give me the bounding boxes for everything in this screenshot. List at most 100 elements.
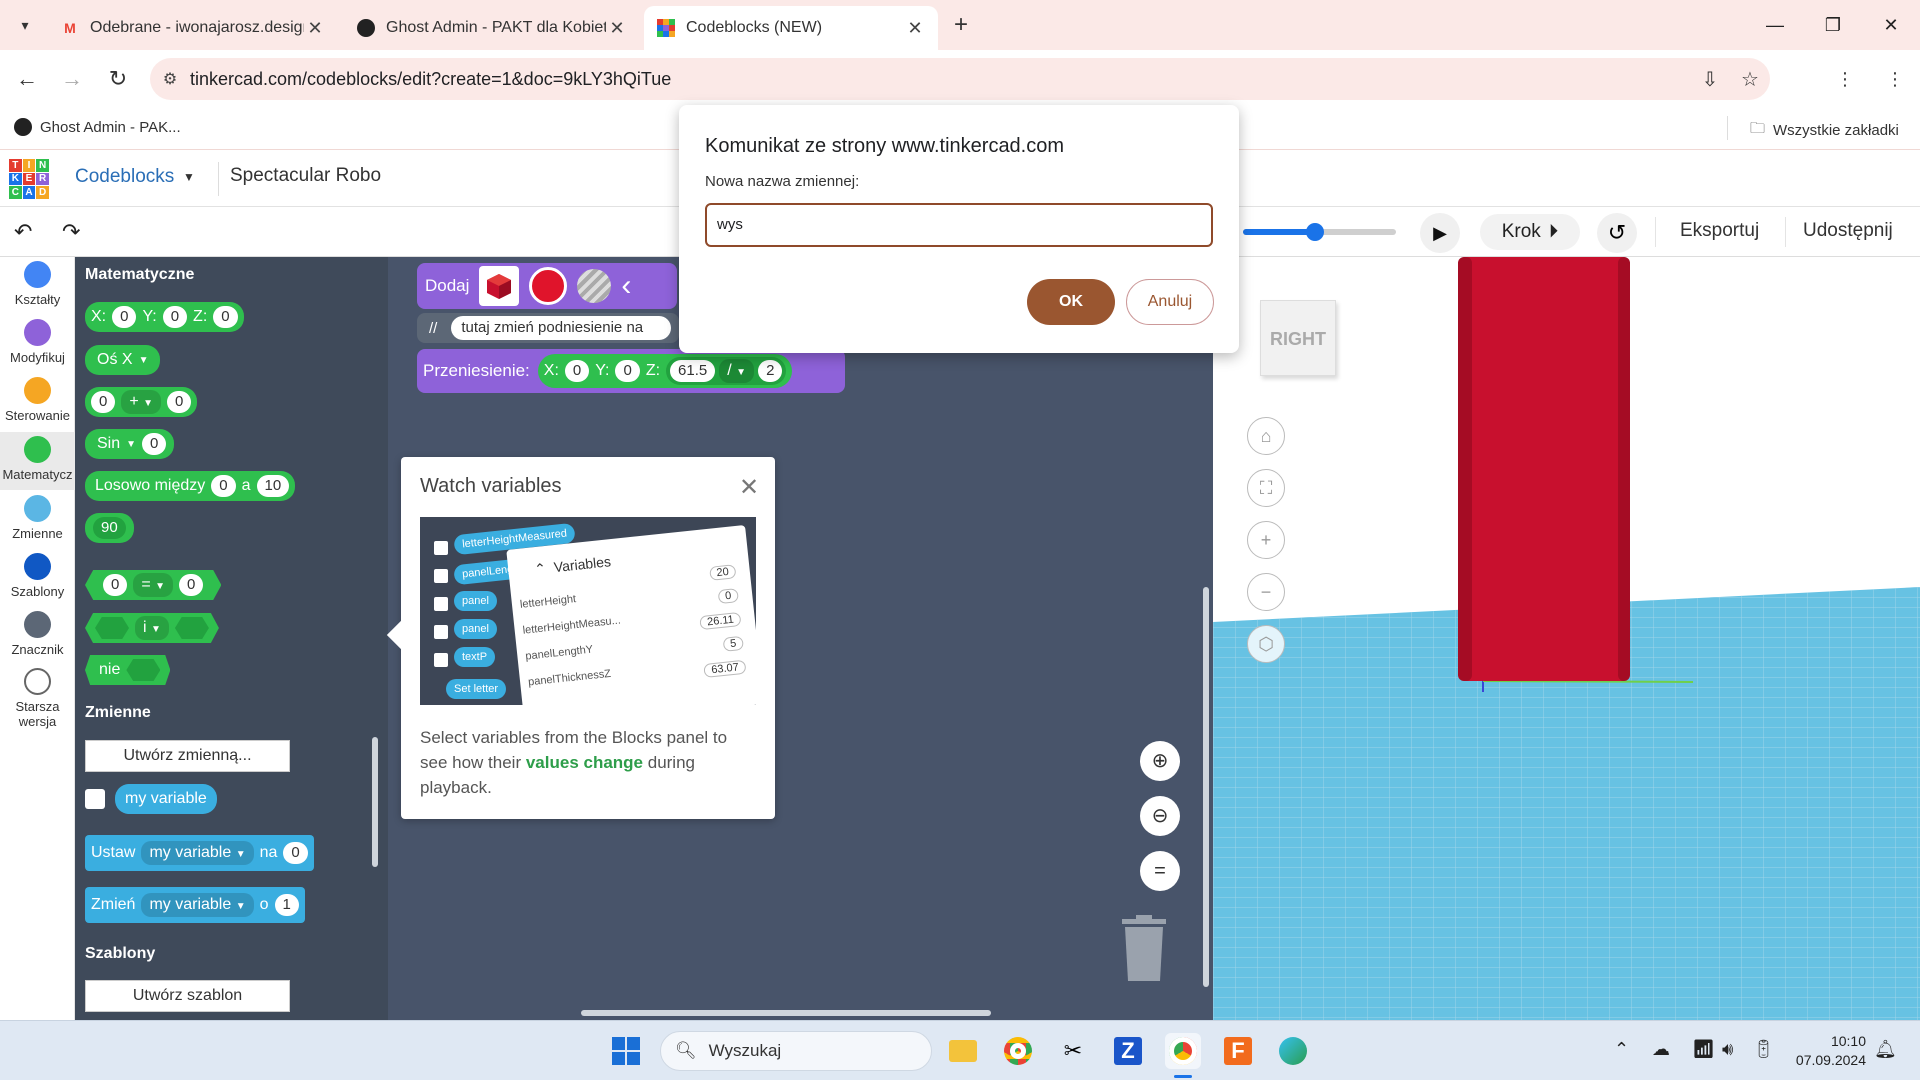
play-icon[interactable]: ▶ — [1420, 213, 1460, 253]
start-windows-icon[interactable] — [608, 1033, 644, 1069]
bookmark-star-icon[interactable]: ☆ — [1730, 67, 1770, 92]
battery-icon[interactable]: 🔋︎ — [1752, 1039, 1775, 1060]
category-variables[interactable]: Zmienne — [0, 495, 75, 551]
category-math[interactable]: Matematycz — [0, 432, 75, 490]
reload-icon[interactable]: ↻ — [103, 64, 133, 94]
empty-slot[interactable] — [95, 617, 129, 639]
xyz-input-block[interactable]: X: 0 Y: 0 Z: 61.5 / ▼ 2 — [537, 354, 793, 388]
flyout-scrollbar[interactable] — [372, 737, 378, 867]
view-cube[interactable]: RIGHT — [1260, 300, 1336, 376]
variable-dropdown[interactable]: my variable ▼ — [141, 841, 254, 865]
close-icon[interactable]: ✕ — [304, 18, 326, 39]
xyz-block[interactable]: X: 0 Y: 0 Z: 0 — [85, 302, 244, 332]
window-close-icon[interactable]: ✕ — [1871, 10, 1911, 40]
bookmark-ghost-admin[interactable]: Ghost Admin - PAK... — [14, 118, 181, 136]
zoom-in-icon[interactable]: ⊕ — [1140, 741, 1180, 781]
set-variable-block[interactable]: Ustaw my variable ▼ na 0 — [85, 835, 314, 871]
y-value[interactable]: 0 — [162, 306, 188, 328]
project-title[interactable]: Spectacular Robo — [230, 165, 381, 187]
move-block[interactable]: Przeniesienie: X: 0 Y: 0 Z: 61.5 / ▼ 2 — [417, 349, 845, 393]
restore-icon[interactable]: ❐ — [1813, 10, 1853, 40]
arithmetic-block[interactable]: 0 + ▼ 0 — [85, 387, 198, 417]
comment-block[interactable]: // tutaj zmień podniesienie na — [417, 313, 679, 343]
category-shapes[interactable]: Kształty — [0, 261, 75, 317]
snipping-tool-icon[interactable]: ✂ — [1055, 1033, 1091, 1069]
not-block[interactable]: nie — [85, 655, 171, 685]
create-template-button[interactable]: Utwórz szablon — [85, 980, 290, 1012]
workspace-horizontal-scrollbar[interactable] — [581, 1010, 991, 1016]
category-templates[interactable]: Szablony — [0, 553, 75, 609]
tab-ghost-admin[interactable]: Ghost Admin - PAKT dla Kobiet ✕ — [344, 6, 640, 50]
hole-swatch-icon[interactable] — [577, 269, 612, 303]
variable-dropdown[interactable]: my variable ▼ — [141, 893, 254, 917]
move-x-value[interactable]: 0 — [564, 360, 590, 382]
extension-icon[interactable]: ⋮ — [1830, 64, 1860, 94]
zoom-app-icon[interactable]: Z — [1110, 1033, 1146, 1069]
color-swatch-icon[interactable] — [529, 267, 568, 305]
tinkercad-logo[interactable]: T I N K E R C A D — [9, 159, 49, 199]
set-value[interactable]: 0 — [283, 842, 308, 864]
close-icon[interactable]: ✕ — [606, 18, 628, 39]
undo-icon[interactable]: ↶ — [14, 219, 32, 245]
compare-block[interactable]: 0 = ▼ 0 — [85, 570, 222, 600]
minimize-icon[interactable]: — — [1755, 10, 1795, 40]
close-icon[interactable]: ✕ — [904, 18, 926, 39]
random-from[interactable]: 0 — [211, 475, 236, 497]
and-block[interactable]: i ▼ — [85, 613, 219, 643]
operand-b[interactable]: 0 — [167, 391, 192, 413]
home-view-icon[interactable]: ⌂ — [1247, 417, 1285, 455]
forward-arrow-icon[interactable]: → — [57, 64, 87, 94]
divisor-value[interactable]: 2 — [758, 360, 783, 382]
tab-search-chevron-icon[interactable]: ▾ — [10, 10, 40, 40]
axis-block[interactable]: Oś X ▼ — [85, 345, 161, 375]
projection-cube-icon[interactable]: ⬡ — [1247, 625, 1285, 663]
compare-a[interactable]: 0 — [103, 574, 128, 596]
reset-icon[interactable]: ↺ — [1597, 213, 1637, 253]
compare-operator-dropdown[interactable]: = ▼ — [133, 573, 174, 597]
browser-menu-icon[interactable]: ⋮ — [1880, 64, 1910, 94]
zoom-reset-icon[interactable]: = — [1140, 851, 1180, 891]
logic-dropdown[interactable]: i ▼ — [135, 616, 169, 640]
empty-slot[interactable] — [126, 659, 161, 681]
cube-shape-icon[interactable] — [479, 266, 520, 306]
install-app-icon[interactable]: ⇩ — [1690, 67, 1730, 92]
3d-viewport[interactable]: RIGHT ⌂ ⛶ + − ⬡ — [1213, 257, 1920, 1020]
operator-dropdown[interactable]: + ▼ — [121, 390, 162, 414]
chrome-profile-icon[interactable] — [1165, 1033, 1201, 1069]
x-value[interactable]: 0 — [112, 306, 137, 328]
zoom-in-icon[interactable]: + — [1247, 521, 1285, 559]
sin-block[interactable]: Sin ▼ 0 — [85, 429, 175, 459]
category-control[interactable]: Sterowanie — [0, 377, 75, 433]
taskbar-search[interactable]: 🔍︎ Wyszukaj — [660, 1031, 932, 1071]
taskbar-clock[interactable]: 10:10 07.09.2024 — [1786, 1032, 1866, 1070]
watch-variable-checkbox[interactable] — [85, 789, 105, 809]
operand-a[interactable]: 0 — [91, 391, 116, 413]
collapse-chevron-icon[interactable]: ‹ — [621, 271, 631, 301]
edge-icon[interactable] — [1275, 1033, 1311, 1069]
notification-bell-icon[interactable]: 🔔︎ — [1874, 1039, 1897, 1060]
chevron-down-icon[interactable]: ▼ — [183, 170, 195, 184]
change-value[interactable]: 1 — [274, 894, 299, 916]
sin-value[interactable]: 0 — [142, 433, 167, 455]
tab-gmail[interactable]: M Odebrane - iwonajarosz.design ✕ — [48, 6, 338, 50]
tab-codeblocks[interactable]: Codeblocks (NEW) ✕ — [644, 6, 938, 50]
redo-icon[interactable]: ↷ — [62, 219, 80, 245]
trash-icon[interactable] — [1120, 915, 1168, 983]
create-variable-button[interactable]: Utwórz zmienną... — [85, 740, 290, 772]
step-button[interactable]: Krok ⏵ — [1480, 214, 1580, 250]
random-block[interactable]: Losowo między 0 a 10 — [85, 471, 296, 501]
cancel-button[interactable]: Anuluj — [1126, 279, 1214, 325]
new-tab-plus-icon[interactable]: + — [948, 12, 974, 38]
zoom-out-icon[interactable]: − — [1247, 573, 1285, 611]
all-bookmarks[interactable]: 🗀 Wszystkie zakładki — [1750, 118, 1899, 143]
add-shape-block[interactable]: Dodaj ‹ — [417, 263, 677, 309]
url-text[interactable]: tinkercad.com/codeblocks/edit?create=1&d… — [190, 69, 1690, 90]
fusion-app-icon[interactable]: F — [1220, 1033, 1256, 1069]
number-value[interactable]: 90 — [93, 517, 126, 539]
move-z-value[interactable]: 61.5 — [670, 360, 716, 382]
chrome-icon[interactable] — [1000, 1033, 1036, 1069]
random-to[interactable]: 10 — [256, 475, 290, 497]
address-bar[interactable]: ⚙ tinkercad.com/codeblocks/edit?create=1… — [150, 58, 1770, 100]
change-variable-block[interactable]: Zmień my variable ▼ o 1 — [85, 887, 305, 923]
wifi-icon[interactable]: 📶︎ — [1692, 1039, 1715, 1060]
